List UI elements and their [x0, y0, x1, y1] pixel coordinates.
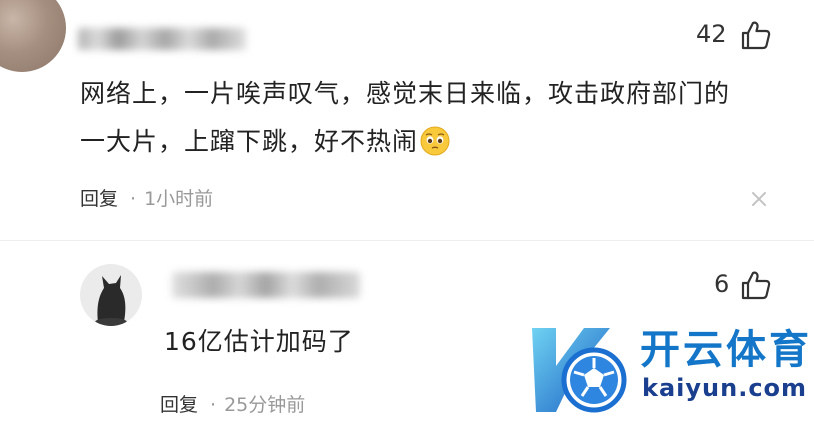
- watermark-brand-url: kaiyun.com: [642, 374, 808, 402]
- timestamp: 25分钟前: [224, 394, 306, 416]
- comment-text-line: 网络上，一片唉声叹气，感觉末日来临，攻击政府部门的: [80, 79, 731, 108]
- separator-dot: ·: [130, 188, 137, 210]
- avatar[interactable]: [80, 264, 142, 326]
- thumbs-up-icon[interactable]: [740, 20, 772, 50]
- like-count: 6: [714, 270, 730, 298]
- pleading-face-icon: [420, 126, 450, 156]
- comment-text-line: 一大片，上蹿下跳，好不热闹: [80, 127, 419, 156]
- timestamp: 1小时前: [144, 188, 214, 210]
- username-blurred[interactable]: [78, 28, 246, 50]
- comment-text-line-with-emoji: 一大片，上蹿下跳，好不热闹: [80, 118, 790, 166]
- username-blurred[interactable]: [172, 272, 360, 298]
- watermark-brand-name: 开云体育: [640, 327, 812, 373]
- like-count: 42: [696, 20, 727, 48]
- kaiyun-logo-icon: [532, 328, 627, 413]
- divider: [0, 240, 814, 241]
- cat-silhouette-icon: [95, 275, 127, 326]
- reply-button[interactable]: 回复: [160, 394, 198, 416]
- comment-meta: 回复 · 1小时前: [80, 184, 213, 211]
- comment-meta: 回复 · 25分钟前: [160, 390, 305, 417]
- reply-button[interactable]: 回复: [80, 188, 118, 210]
- comment-text: 网络上，一片唉声叹气，感觉末日来临，攻击政府部门的 一大片，上蹿下跳，好不热闹: [80, 70, 790, 166]
- avatar[interactable]: [0, 0, 66, 72]
- comment-text: 16亿估计加码了: [164, 327, 354, 356]
- separator-dot: ·: [210, 394, 217, 416]
- thumbs-up-icon[interactable]: [740, 270, 772, 300]
- close-icon[interactable]: [750, 190, 768, 208]
